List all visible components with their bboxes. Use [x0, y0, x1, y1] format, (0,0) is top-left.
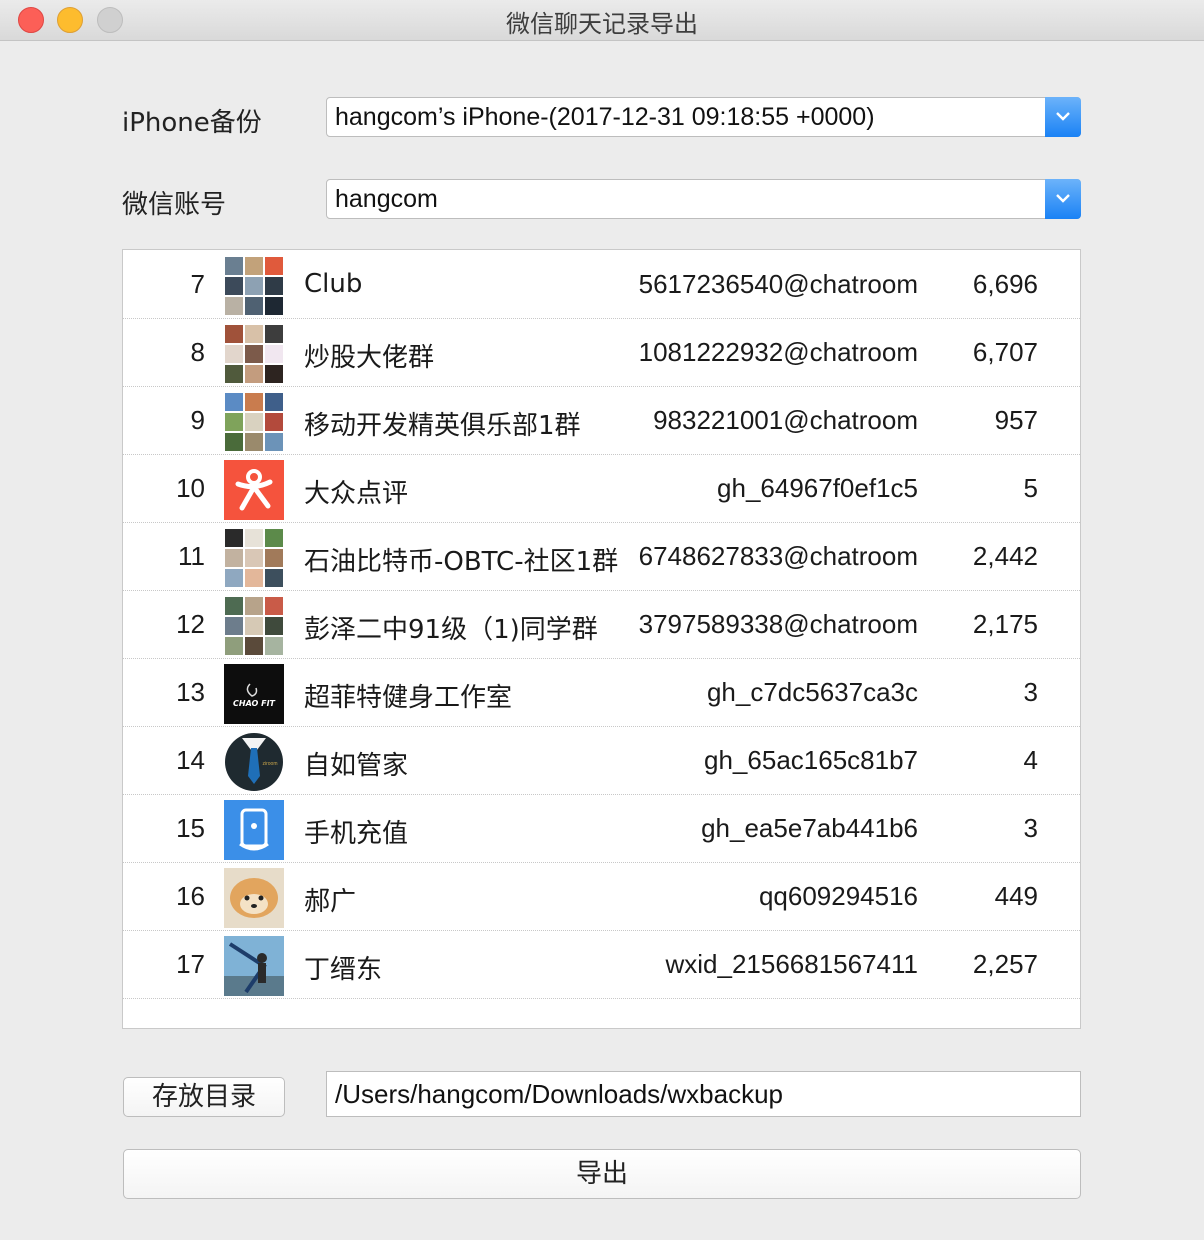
chat-name: 超菲特健身工作室 — [304, 683, 513, 713]
chat-id: gh_64967f0ef1c5 — [717, 473, 918, 503]
chat-row[interactable]: 7 Club 5617236540@chatroom 6,696 — [123, 250, 1080, 319]
storage-directory-button[interactable]: 存放目录 — [123, 1077, 285, 1117]
chat-name: 石油比特币-OBTC-社区1群 — [304, 547, 619, 577]
chat-name: 丁缙东 — [304, 955, 383, 985]
group-avatar-icon — [224, 528, 284, 588]
message-count: 449 — [994, 881, 1038, 911]
chat-name: 自如管家 — [304, 751, 409, 781]
chevron-down-icon[interactable] — [1045, 179, 1081, 219]
chat-row[interactable]: 13 CHAO FIT 超菲特健身工作室 gh_c7dc5637ca3c 3 — [123, 658, 1080, 727]
svg-text:CHAO FIT: CHAO FIT — [233, 699, 276, 708]
chat-name: 炒股大佬群 — [304, 343, 435, 373]
chat-id: 3797589338@chatroom — [638, 609, 918, 639]
phone-recharge-icon — [224, 800, 284, 860]
chat-row[interactable]: 11 石油比特币-OBTC-社区1群 6748627833@chatroom 2,44… — [123, 522, 1080, 591]
chao-fit-logo-icon: CHAO FIT — [224, 664, 284, 724]
chat-name: 移动开发精英俱乐部1群 — [304, 411, 581, 441]
group-avatar-icon — [224, 256, 284, 316]
chat-row[interactable]: 17 丁缙东 wxid_2156681567411 2,257 — [123, 930, 1080, 999]
message-count: 957 — [994, 405, 1038, 435]
svg-text:ziroom: ziroom — [262, 761, 277, 767]
chat-index: 9 — [190, 405, 205, 435]
chat-row[interactable]: 8 炒股大佬群 1081222932@chatroom 6,707 — [123, 318, 1080, 387]
window-title: 微信聊天记录导出 — [506, 10, 698, 38]
account-label: 微信账号 — [122, 190, 227, 220]
suit-tie-avatar-icon: ziroom — [224, 732, 284, 792]
message-count: 2,257 — [972, 949, 1038, 979]
chat-index: 12 — [176, 609, 205, 639]
group-avatar-icon — [224, 596, 284, 656]
group-avatar-icon — [224, 324, 284, 384]
chat-id: wxid_2156681567411 — [665, 949, 918, 979]
message-count: 6,696 — [972, 269, 1038, 299]
chat-index: 8 — [190, 337, 205, 367]
dianping-logo-icon — [224, 460, 284, 520]
chat-name: Club — [304, 269, 363, 299]
chat-index: 7 — [190, 269, 205, 299]
export-button[interactable]: 导出 — [123, 1149, 1081, 1199]
chevron-down-icon[interactable] — [1045, 97, 1081, 137]
account-select-value: hangcom — [335, 185, 438, 213]
account-select[interactable]: hangcom — [326, 179, 1081, 219]
chat-id: gh_65ac165c81b7 — [704, 745, 918, 775]
chat-row[interactable]: 15 手机充值 gh_ea5e7ab441b6 3 — [123, 794, 1080, 863]
chat-name: 彭泽二中91级（1)同学群 — [304, 615, 598, 645]
chat-index: 14 — [176, 745, 205, 775]
output-path-field[interactable]: /Users/hangcom/Downloads/wxbackup — [326, 1071, 1081, 1117]
message-count: 6,707 — [972, 337, 1038, 367]
message-count: 2,175 — [972, 609, 1038, 639]
dog-photo-avatar — [224, 868, 284, 928]
chat-id: gh_ea5e7ab441b6 — [701, 813, 918, 843]
chat-row[interactable]: 14 ziroom 自如管家 gh_65ac165c81b7 4 — [123, 726, 1080, 795]
chat-index: 17 — [176, 949, 205, 979]
chat-id: 6748627833@chatroom — [638, 541, 918, 571]
chat-name: 手机充值 — [304, 819, 409, 849]
backup-select-value: hangcom’s iPhone-(2017-12-31 09:18:55 +0… — [335, 103, 875, 131]
chat-id: qq609294516 — [758, 881, 918, 911]
group-avatar-icon — [224, 392, 284, 452]
message-count: 4 — [1023, 745, 1038, 775]
message-count: 3 — [1023, 813, 1038, 843]
photo-avatar — [224, 936, 284, 996]
chat-name: 大众点评 — [304, 479, 409, 509]
chat-name: 郝广 — [304, 887, 357, 917]
chat-row[interactable]: 10 大众点评 gh_64967f0ef1c5 5 — [123, 454, 1080, 523]
chat-index: 11 — [178, 541, 205, 571]
backup-label: iPhone备份 — [122, 108, 262, 138]
chat-index: 16 — [176, 881, 205, 911]
title-bar: 微信聊天记录导出 — [0, 0, 1204, 41]
chat-id: 5617236540@chatroom — [638, 269, 918, 299]
chat-row[interactable]: 9 移动开发精英俱乐部1群 983221001@chatroom 957 — [123, 386, 1080, 455]
chat-row[interactable]: 16 郝广 qq609294516 449 — [123, 862, 1080, 931]
backup-select[interactable]: hangcom’s iPhone-(2017-12-31 09:18:55 +0… — [326, 97, 1081, 137]
chat-index: 13 — [176, 677, 205, 707]
chat-index: 10 — [176, 473, 205, 503]
chat-id: 983221001@chatroom — [653, 405, 918, 435]
chat-row[interactable]: 12 彭泽二中91级（1)同学群 3797589338@chatroom 2,175 — [123, 590, 1080, 659]
message-count: 3 — [1023, 677, 1038, 707]
chat-list[interactable]: 7 Club 5617236540@chatroom 6,696 8 炒股大佬群 10812… — [122, 249, 1081, 1029]
message-count: 5 — [1023, 473, 1038, 503]
message-count: 2,442 — [972, 541, 1038, 571]
chat-id: 1081222932@chatroom — [638, 337, 918, 367]
chat-id: gh_c7dc5637ca3c — [706, 677, 918, 707]
chat-index: 15 — [176, 813, 205, 843]
